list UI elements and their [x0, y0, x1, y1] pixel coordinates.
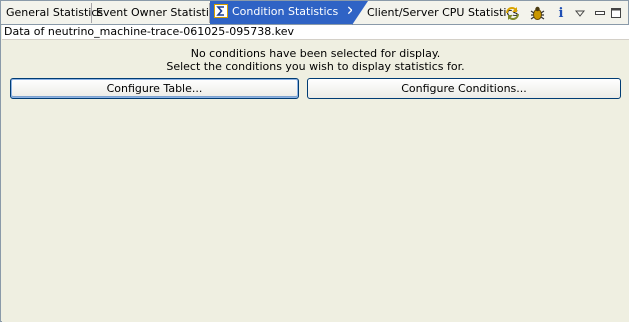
refresh-icon[interactable] — [503, 4, 521, 22]
empty-message-line1: No conditions have been selected for dis… — [190, 47, 441, 60]
bug-icon[interactable] — [528, 4, 546, 22]
tab-bar: General Statistics Event Owner Statistic… — [1, 1, 628, 25]
view-menu-icon[interactable] — [571, 4, 589, 22]
tab-label: Client/Server CPU Statistics — [367, 6, 519, 19]
file-label: Data of neutrino_machine-trace-061025-09… — [2, 25, 629, 40]
tab-event-owner-statistics[interactable]: Event Owner Statistics — [92, 2, 225, 24]
tab-client-server-cpu-statistics[interactable]: Client/Server CPU Statistics — [363, 2, 522, 24]
sigma-icon — [214, 4, 228, 18]
statistics-view: General Statistics Event Owner Statistic… — [0, 0, 629, 322]
tab-label: General Statistics — [6, 6, 104, 19]
configure-table-button[interactable]: Configure Table... — [10, 78, 299, 99]
info-glyph: i — [558, 5, 564, 21]
maximize-icon[interactable] — [607, 4, 625, 22]
content-area: Data of neutrino_machine-trace-061025-09… — [2, 25, 629, 322]
configure-conditions-button[interactable]: Configure Conditions... — [307, 78, 621, 99]
tab-condition-statistics[interactable]: Condition Statistics ✕ — [210, 1, 357, 24]
empty-message-line2: Select the conditions you wish to displa… — [166, 60, 465, 73]
tab-label: Event Owner Statistics — [96, 6, 221, 19]
tab-label: Condition Statistics — [232, 5, 339, 18]
info-icon[interactable]: i — [552, 4, 570, 22]
